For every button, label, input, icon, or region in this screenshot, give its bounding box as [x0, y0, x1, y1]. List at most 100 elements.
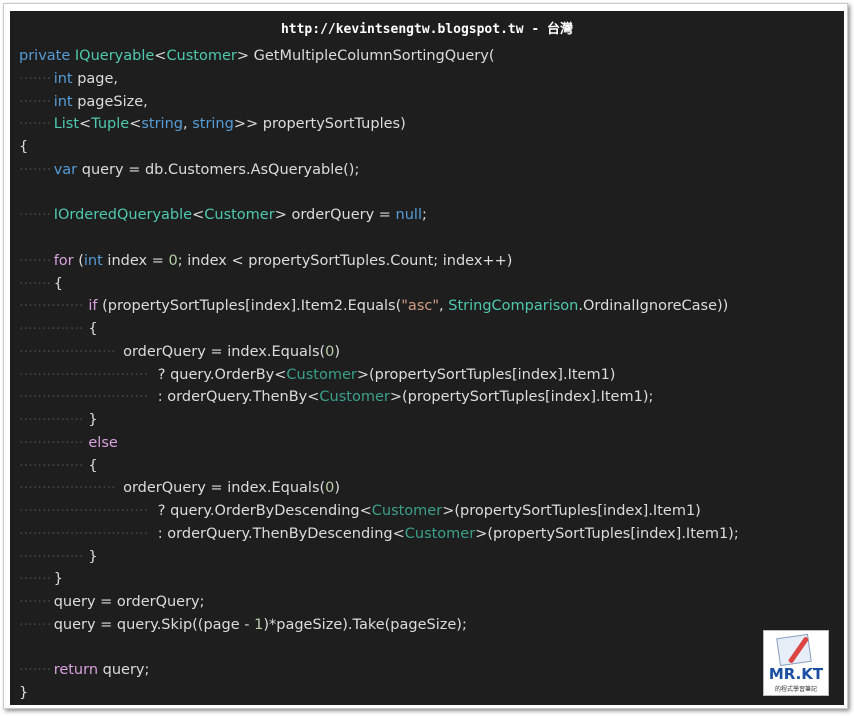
- code-token: IQueryable: [74, 48, 155, 64]
- logo-text: MR.KT: [768, 665, 824, 683]
- screenshot-frame: http://kevintsengtw.blogspot.tw - 台灣 pri…: [3, 3, 848, 709]
- indent-guide: ·······: [19, 207, 52, 224]
- code-token: <: [79, 116, 92, 133]
- code-token: {: [53, 275, 63, 292]
- code-token: }: [88, 548, 98, 565]
- code-token: }: [19, 685, 29, 701]
- code-token: else: [88, 434, 118, 451]
- indent-guide: ··············: [19, 412, 84, 428]
- code-token: null: [395, 207, 422, 224]
- indent-guide: ·······: [19, 571, 52, 588]
- code-line: ······· for (int index = 0; index < prope…: [19, 250, 844, 273]
- code-line: ···························· ? query.Orde…: [19, 500, 844, 523]
- code-token: <: [192, 207, 205, 224]
- code-line: }: [19, 682, 844, 705]
- indent-guide: ·····················: [19, 480, 116, 497]
- code-token: }: [88, 412, 98, 428]
- code-token: page,: [72, 70, 119, 87]
- code-line: ····················· orderQuery = index.…: [19, 341, 844, 364]
- code-token: Customer: [166, 48, 237, 64]
- blog-url-banner: http://kevintsengtw.blogspot.tw - 台灣: [280, 22, 574, 37]
- code-token: pageSize,: [72, 93, 148, 110]
- code-token: return: [53, 662, 99, 679]
- indent-guide: ····························: [19, 503, 149, 519]
- code-token: : orderQuery.ThenByDescending<: [157, 525, 405, 542]
- code-token: ): [334, 343, 341, 360]
- indent-guide: ·······: [19, 662, 52, 679]
- indent-guide: ··············: [19, 298, 84, 315]
- indent-guide: ·····················: [19, 343, 116, 360]
- code-token: ? query.OrderBy<: [157, 366, 287, 383]
- code-token: >> propertySortTuples): [233, 116, 406, 133]
- code-token: ): [334, 480, 341, 497]
- code-token: string: [192, 116, 234, 133]
- code-line: ·······}: [19, 568, 844, 591]
- code-token: if: [88, 298, 98, 315]
- code-token: var: [53, 161, 78, 178]
- code-token: private: [19, 48, 71, 64]
- indent-guide: ·······: [19, 93, 52, 110]
- code-line: private IQueryable<Customer> GetMultiple…: [19, 45, 844, 68]
- code-token: ; index < propertySortTuples.Count; inde…: [177, 252, 513, 269]
- code-token: ? query.OrderByDescending<: [157, 503, 372, 519]
- code-token: 1: [254, 616, 264, 633]
- code-token: 0: [168, 252, 178, 269]
- code-token: int: [53, 70, 73, 87]
- code-token: IOrderedQueryable: [53, 207, 193, 224]
- code-line: ······· query = query.Skip((page - 1)*pag…: [19, 614, 844, 637]
- code-token: : orderQuery.ThenBy<: [157, 389, 320, 406]
- code-token: > GetMultipleColumnSortingQuery(: [236, 48, 495, 64]
- code-line: ·············· if (propertySortTuples[ind…: [19, 295, 844, 318]
- code-token: List: [53, 116, 80, 133]
- code-token: ;: [421, 207, 427, 224]
- code-token: > orderQuery =: [274, 207, 396, 224]
- indent-guide: ·······: [19, 252, 52, 269]
- indent-guide: ·······: [19, 161, 52, 178]
- code-token: {: [88, 321, 98, 337]
- code-token: >(propertySortTuples[index].Item1): [356, 366, 616, 383]
- indent-guide: ·······: [19, 116, 52, 133]
- code-editor[interactable]: http://kevintsengtw.blogspot.tw - 台灣 pri…: [10, 11, 844, 705]
- code-line: ······· query = orderQuery;: [19, 591, 844, 614]
- code-line: ··············{: [19, 455, 844, 478]
- code-line: ··············}: [19, 409, 844, 432]
- indent-guide: ·······: [19, 594, 52, 610]
- code-token: <: [154, 48, 167, 64]
- code-token: >(propertySortTuples[index].Item1);: [389, 389, 654, 406]
- code-line: ······· int page,: [19, 68, 844, 91]
- indent-guide: ··············: [19, 457, 84, 474]
- code-token: int: [83, 252, 103, 269]
- code-token: {: [88, 457, 98, 474]
- code-token: string: [141, 116, 183, 133]
- code-line: ······· int pageSize,: [19, 91, 844, 114]
- indent-guide: ····························: [19, 525, 149, 542]
- indent-guide: ·······: [19, 275, 52, 292]
- code-line: {: [19, 136, 844, 159]
- code-token: Tuple: [91, 116, 130, 133]
- code-token: query;: [98, 662, 150, 679]
- code-line: ···························· : orderQuery…: [19, 523, 844, 546]
- mrkt-logo: MR.KT 的程式學習筆記: [763, 630, 829, 696]
- code-token: Customer: [371, 503, 443, 519]
- code-block: private IQueryable<Customer> GetMultiple…: [19, 45, 844, 705]
- code-token: >(propertySortTuples[index].Item1);: [475, 525, 739, 542]
- code-token: Customer: [286, 366, 357, 383]
- indent-guide: ··············: [19, 321, 84, 337]
- code-line: ······· List<Tuple<string, string>> prope…: [19, 113, 844, 136]
- code-token: ,: [439, 298, 449, 315]
- code-line: ······· IOrderedQueryable<Customer> order…: [19, 204, 844, 227]
- code-token: int: [53, 93, 73, 110]
- code-token: 0: [325, 480, 335, 497]
- code-token: Customer: [204, 207, 275, 224]
- code-token: ,: [182, 116, 193, 133]
- logo-subtitle: 的程式學習筆記: [774, 686, 817, 693]
- code-token: query = db.Customers.AsQueryable();: [77, 161, 360, 178]
- code-token: query = query.Skip((page -: [53, 616, 255, 633]
- code-line: ·······{: [19, 273, 844, 296]
- code-token: for: [53, 252, 74, 269]
- code-token: }: [53, 571, 63, 588]
- code-token: orderQuery = index.Equals(: [123, 480, 326, 497]
- indent-guide: ·······: [19, 616, 52, 633]
- code-token: orderQuery = index.Equals(: [123, 343, 326, 360]
